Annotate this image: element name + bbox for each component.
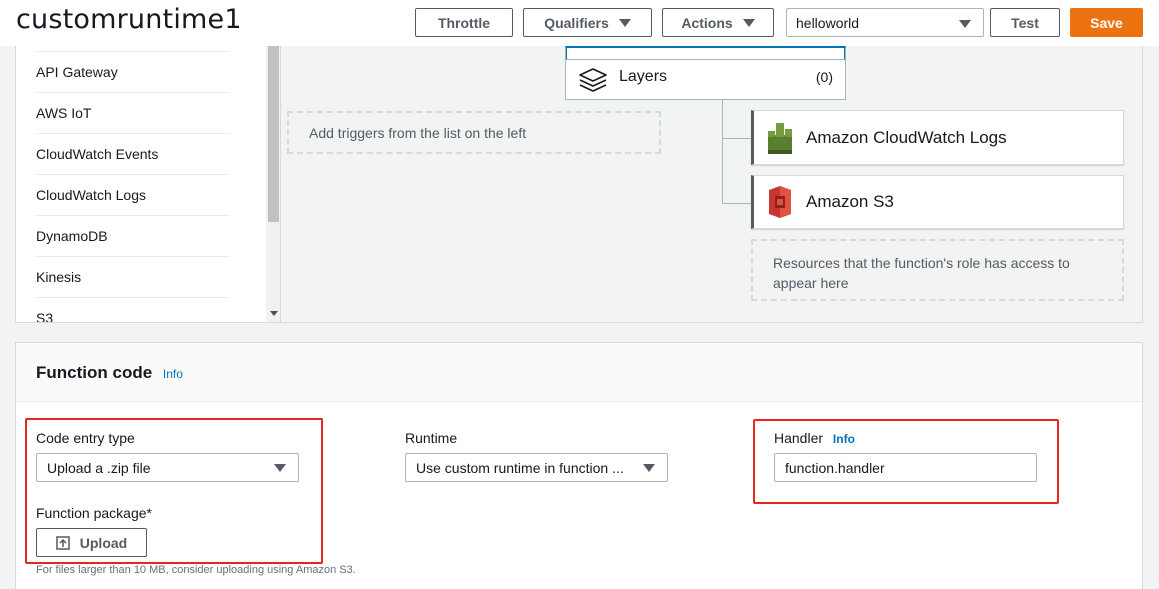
connector-line	[722, 99, 723, 204]
runtime-label: Runtime	[405, 430, 458, 446]
resource-label: Amazon S3	[806, 192, 894, 211]
test-button-label: Test	[1011, 14, 1039, 31]
function-code-header: Function code Info	[16, 343, 1142, 402]
trigger-item-label: CloudWatch Events	[36, 146, 159, 162]
test-event-select[interactable]: helloworld	[786, 8, 984, 37]
qualifiers-button-label: Qualifiers	[544, 14, 609, 31]
layers-icon	[578, 67, 608, 98]
layers-label: Layers	[619, 68, 668, 85]
info-link[interactable]: Info	[163, 367, 183, 381]
trigger-item-cloudwatch-events[interactable]: CloudWatch Events	[36, 134, 230, 175]
chevron-down-icon	[959, 20, 971, 28]
qualifiers-button[interactable]: Qualifiers	[523, 8, 652, 37]
trigger-list-scrollbar[interactable]	[266, 46, 281, 322]
trigger-item-label: API Gateway	[36, 64, 118, 80]
trigger-item-aws-iot[interactable]: AWS IoT	[36, 93, 230, 134]
page-title: customruntime1	[16, 4, 242, 35]
save-button[interactable]: Save	[1070, 8, 1143, 37]
resources-hint: Resources that the function's role has a…	[773, 255, 1070, 291]
add-triggers-placeholder: Add triggers from the list on the left	[287, 111, 661, 154]
trigger-item-kinesis[interactable]: Kinesis	[36, 257, 230, 298]
layers-button[interactable]: Layers (0)	[565, 46, 846, 100]
trigger-item-cloudwatch-logs[interactable]: CloudWatch Logs	[36, 175, 230, 216]
highlight-box	[25, 418, 323, 564]
resource-s3[interactable]: Amazon S3	[751, 175, 1124, 229]
trigger-list: API Gateway AWS IoT CloudWatch Events Cl…	[16, 46, 266, 322]
trigger-item-label: AWS IoT	[36, 105, 92, 121]
actions-button-label: Actions	[681, 14, 733, 31]
upload-hint: For files larger than 10 MB, consider up…	[36, 564, 356, 576]
designer-panel: API Gateway AWS IoT CloudWatch Events Cl…	[15, 46, 1143, 323]
trigger-item-label: DynamoDB	[36, 228, 108, 244]
chevron-down-icon	[643, 464, 655, 472]
throttle-button[interactable]: Throttle	[415, 8, 513, 37]
chevron-down-icon	[742, 18, 755, 27]
layers-count: (0)	[815, 69, 833, 85]
function-code-title: Function code Info	[36, 363, 183, 383]
scroll-down-arrow-icon[interactable]	[270, 311, 278, 316]
runtime-select[interactable]: Use custom runtime in function ...	[405, 453, 668, 482]
trigger-item-label: CloudWatch Logs	[36, 187, 146, 203]
runtime-value: Use custom runtime in function ...	[416, 459, 624, 476]
throttle-button-label: Throttle	[437, 14, 491, 31]
trigger-item-label: Kinesis	[36, 269, 82, 285]
actions-button[interactable]: Actions	[662, 8, 774, 37]
section-title: Function code	[36, 363, 153, 382]
s3-bucket-icon	[766, 186, 794, 218]
highlight-box	[753, 419, 1059, 504]
resource-cloudwatch-logs[interactable]: Amazon CloudWatch Logs	[751, 110, 1124, 165]
resource-label: Amazon CloudWatch Logs	[806, 127, 1007, 147]
trigger-item-label: S3	[36, 310, 54, 322]
trigger-item-dynamodb[interactable]: DynamoDB	[36, 216, 230, 257]
trigger-item-api-gateway[interactable]: API Gateway	[36, 52, 230, 93]
scrollbar-thumb[interactable]	[268, 46, 279, 222]
chevron-down-icon	[618, 18, 631, 27]
resources-placeholder: Resources that the function's role has a…	[751, 239, 1124, 301]
add-triggers-hint: Add triggers from the list on the left	[309, 125, 527, 141]
function-node-edge	[566, 48, 845, 60]
test-event-value: helloworld	[796, 14, 860, 31]
save-button-label: Save	[1090, 14, 1123, 31]
connector-line	[722, 138, 752, 139]
page-header: customruntime1 Throttle Qualifiers Actio…	[0, 0, 1159, 46]
trigger-item-s3[interactable]: S3	[36, 298, 230, 322]
connector-line	[722, 203, 752, 204]
cloudwatch-logs-icon	[766, 121, 794, 155]
test-button[interactable]: Test	[990, 8, 1060, 37]
